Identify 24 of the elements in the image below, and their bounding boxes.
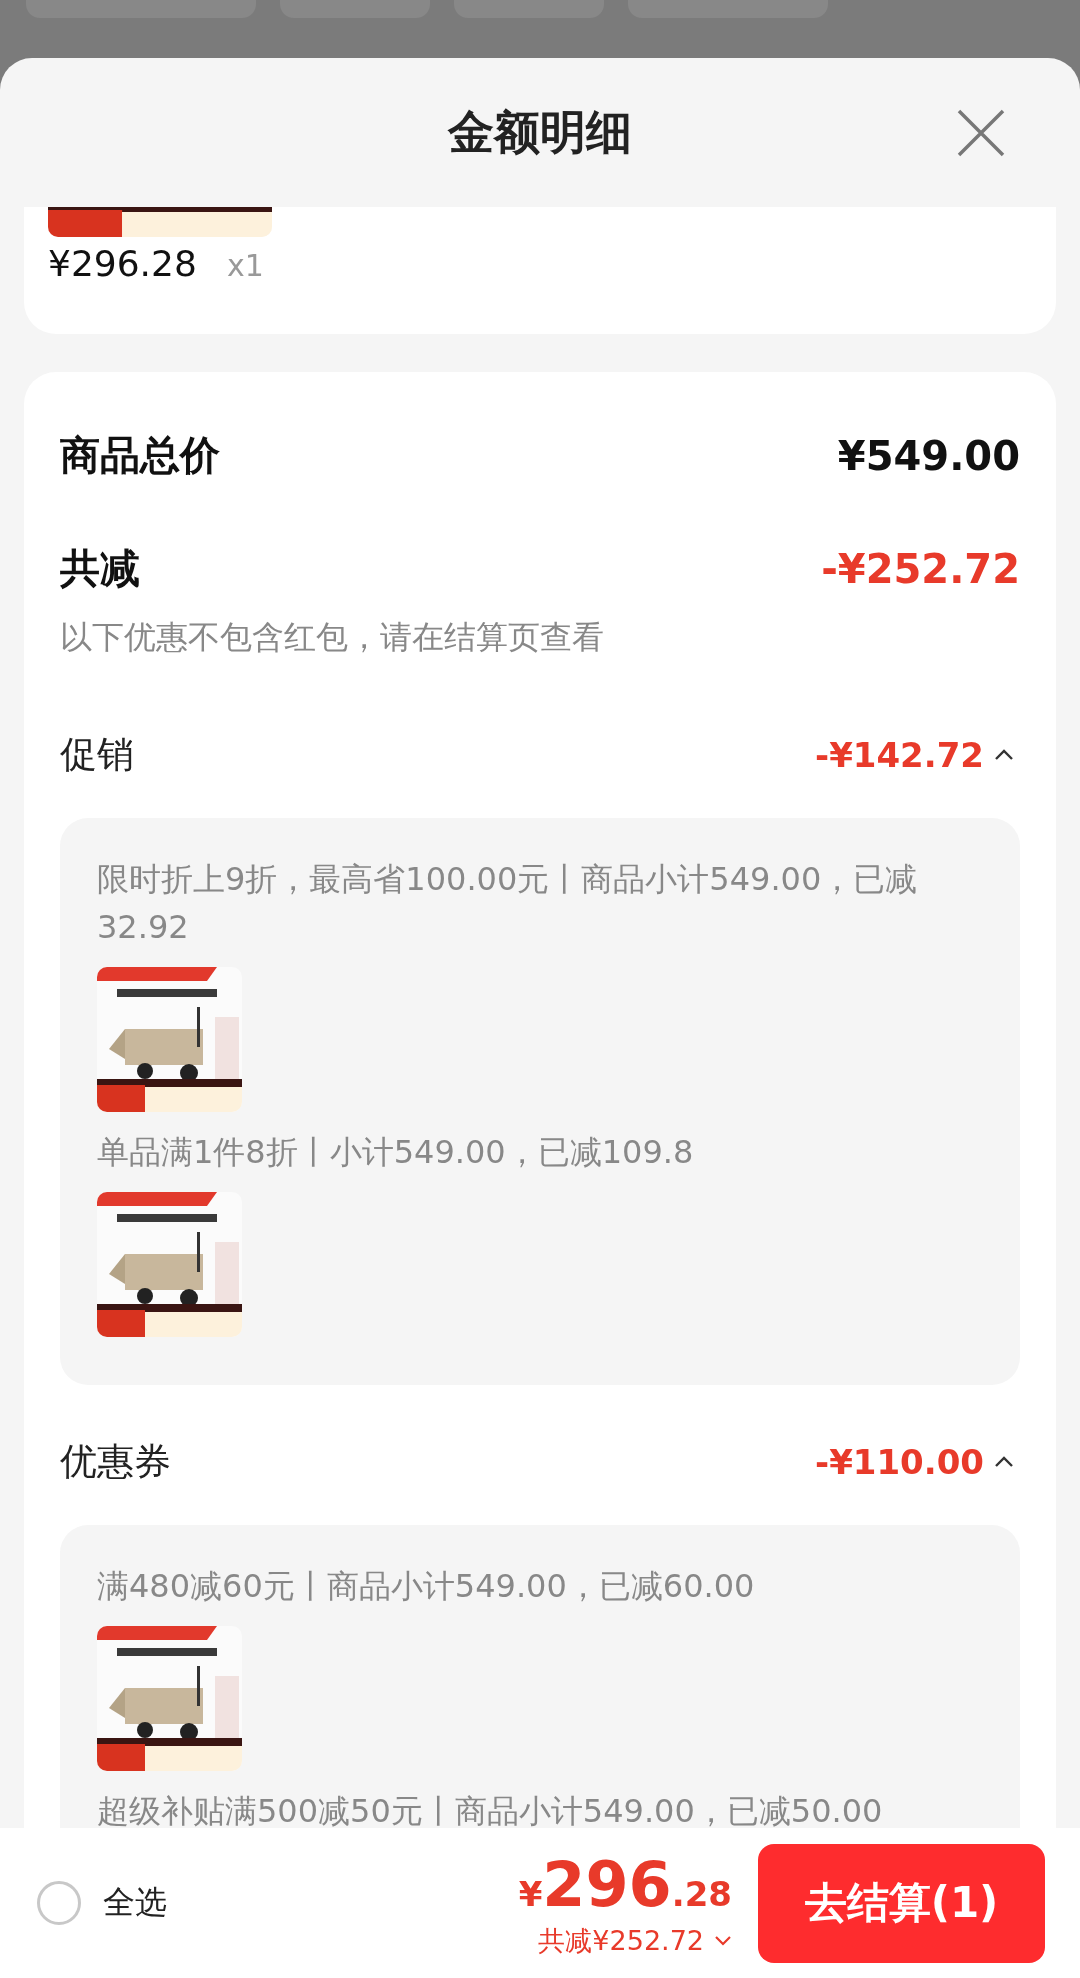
section-amount: -¥110.00 <box>815 1442 984 1482</box>
total-amount: ¥549.00 <box>837 432 1020 479</box>
promotion-detail: 满480减60元丨商品小计549.00，已减60.00 <box>97 1566 756 1607</box>
item-price: ¥296.28 <box>48 243 197 284</box>
section-label: 促销 <box>60 732 134 778</box>
discount-label: 共减 <box>60 544 140 593</box>
chevron-up-icon <box>994 1456 1014 1468</box>
promotion-detail: 单品满1件8折丨小计549.00，已减109.8 <box>97 1132 695 1173</box>
section-amount: -¥142.72 <box>815 735 984 775</box>
select-all-checkbox[interactable]: 全选 <box>37 1881 167 1925</box>
chevron-up-icon <box>994 749 1014 761</box>
discount-amount: -¥252.72 <box>821 545 1020 592</box>
promotion-detail: 超级补贴满500减50元丨商品小计549.00，已减50.00 <box>97 1791 884 1828</box>
close-button[interactable] <box>956 108 1006 158</box>
checkout-button[interactable]: 去结算(1) <box>758 1843 1045 1963</box>
chevron-down-icon <box>714 1935 732 1946</box>
sheet-title: 金额明细 <box>448 103 632 161</box>
item-quantity: x1 <box>226 248 264 283</box>
saving-toggle[interactable]: 共减¥252.72 <box>538 1922 732 1959</box>
discount-note: 以下优惠不包含红包，请在结算页查看 <box>60 617 605 658</box>
promotion-detail: 限时折上9折，最高省100.00元丨商品小计549.00，已减32.92 <box>97 859 919 948</box>
section-label: 优惠券 <box>60 1439 171 1485</box>
total-label: 商品总价 <box>60 431 220 480</box>
total-price: ¥296.28 <box>518 1847 732 1921</box>
